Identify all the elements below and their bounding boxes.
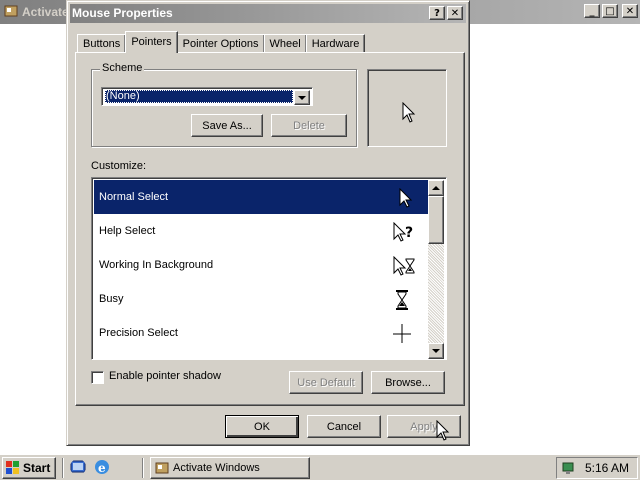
- taskbar: Start e Activate Windows 5:16 AM: [0, 454, 640, 480]
- tab-buttons[interactable]: Buttons: [77, 34, 127, 53]
- tab-pointer-options[interactable]: Pointer Options: [176, 34, 265, 53]
- list-item[interactable]: Busy: [94, 282, 430, 316]
- arrow-pointer-icon: [402, 102, 416, 123]
- clock[interactable]: 5:16 AM: [585, 458, 629, 478]
- list-item[interactable]: Normal Select: [94, 180, 430, 214]
- scheme-label: Scheme: [100, 62, 145, 74]
- scroll-down-button[interactable]: [428, 343, 444, 359]
- maximize-button[interactable]: □: [602, 4, 618, 18]
- background-window-controls: _ □ ✕: [584, 4, 638, 18]
- list-scrollbar[interactable]: [428, 180, 444, 359]
- svg-text:e: e: [98, 461, 106, 475]
- list-item[interactable]: Precision Select: [94, 316, 430, 350]
- activate-windows-icon: [155, 462, 169, 474]
- working-pointer-icon: [393, 256, 415, 276]
- minimize-button[interactable]: _: [584, 4, 600, 18]
- crosshair-icon: [393, 324, 411, 343]
- activate-windows-icon: [4, 5, 18, 17]
- chevron-down-icon[interactable]: [294, 90, 310, 105]
- list-item-label: Normal Select: [99, 191, 169, 203]
- list-item-label: Precision Select: [99, 327, 178, 339]
- start-label: Start: [23, 461, 51, 475]
- list-item-label: Busy: [99, 293, 124, 305]
- enable-pointer-shadow-label[interactable]: Enable pointer shadow: [109, 370, 221, 382]
- hourglass-icon: [396, 290, 408, 310]
- scroll-up-button[interactable]: [428, 180, 444, 196]
- show-desktop-icon[interactable]: [70, 459, 86, 475]
- list-item[interactable]: Working In Background: [94, 248, 430, 282]
- taskbar-item-label: Activate Windows: [173, 462, 260, 474]
- list-item-label: Working In Background: [99, 259, 214, 271]
- dialog-close-button[interactable]: ✕: [447, 6, 463, 20]
- start-button[interactable]: Start: [2, 457, 56, 479]
- list-item-label: Help Select: [99, 225, 156, 237]
- tab-strip: Buttons Pointers Pointer Options Wheel H…: [77, 31, 366, 53]
- network-icon[interactable]: [561, 460, 577, 476]
- scheme-dropdown[interactable]: (None): [101, 87, 313, 106]
- ok-button[interactable]: OK: [225, 415, 299, 438]
- dialog-title: Mouse Properties: [72, 6, 173, 20]
- tab-pointers[interactable]: Pointers: [125, 31, 178, 53]
- cancel-button[interactable]: Cancel: [307, 415, 381, 438]
- list-item[interactable]: [94, 350, 430, 360]
- use-default-button[interactable]: Use Default: [289, 371, 363, 394]
- system-tray: 5:16 AM: [556, 457, 638, 479]
- taskbar-separator: [142, 458, 144, 478]
- taskbar-separator: [62, 458, 64, 478]
- scheme-selected-value: (None): [105, 90, 293, 103]
- windows-logo-icon: [6, 461, 19, 474]
- tab-wheel[interactable]: Wheel: [263, 34, 307, 53]
- mouse-properties-dialog: Mouse Properties ? ✕ Buttons Pointers Po…: [66, 0, 470, 446]
- browse-button[interactable]: Browse...: [371, 371, 445, 394]
- delete-button[interactable]: Delete: [271, 114, 347, 137]
- dialog-controls: ? ✕: [429, 6, 463, 20]
- tab-hardware[interactable]: Hardware: [305, 34, 366, 53]
- text-select-icon: [392, 358, 416, 360]
- save-as-button[interactable]: Save As...: [191, 114, 263, 137]
- pointer-preview: [367, 69, 447, 147]
- internet-explorer-icon[interactable]: e: [94, 459, 110, 475]
- list-item[interactable]: Help Select ?: [94, 214, 430, 248]
- help-pointer-icon: ?: [393, 222, 413, 242]
- mouse-cursor-icon: [436, 420, 450, 441]
- taskbar-item-activate-windows[interactable]: Activate Windows: [150, 457, 310, 479]
- scroll-thumb[interactable]: [428, 196, 444, 244]
- help-button[interactable]: ?: [429, 6, 445, 20]
- pointer-list[interactable]: Normal Select Help Select ? Working In B…: [91, 177, 447, 360]
- dialog-titlebar[interactable]: Mouse Properties ? ✕: [70, 4, 466, 23]
- customize-label: Customize:: [91, 160, 147, 172]
- svg-text:?: ?: [405, 225, 413, 241]
- enable-pointer-shadow-checkbox[interactable]: [91, 371, 104, 384]
- arrow-pointer-icon: [399, 188, 413, 208]
- close-button[interactable]: ✕: [622, 4, 638, 18]
